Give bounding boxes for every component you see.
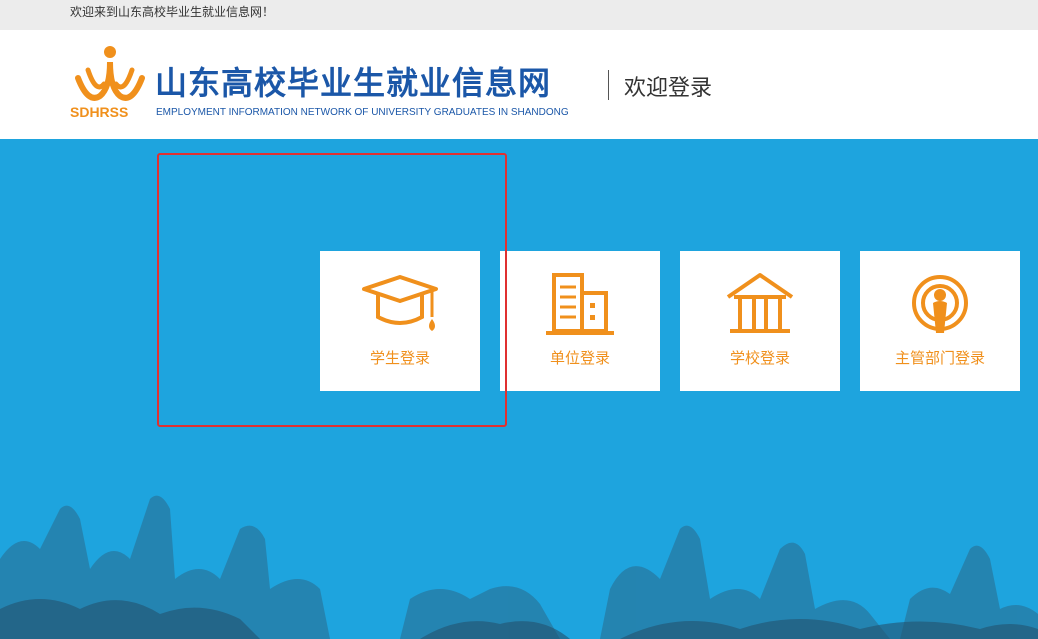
- building-icon: [546, 273, 614, 335]
- site-title: 山东高校毕业生就业信息网: [155, 64, 552, 102]
- school-login-label: 学校登录: [729, 349, 790, 367]
- company-login-label: 单位登录: [549, 349, 610, 367]
- header-divider: [608, 70, 609, 100]
- welcome-text: 欢迎来到山东高校毕业生就业信息网！: [70, 5, 275, 19]
- logo-text: SDHRSS: [70, 104, 129, 120]
- admin-login-label: 主管部门登录: [894, 349, 985, 367]
- site-header: SDHRSS 山东高校毕业生就业信息网 EMPLOYMENT INFORMATI…: [0, 30, 1038, 139]
- top-bar: 欢迎来到山东高校毕业生就业信息网！: [0, 0, 1038, 30]
- school-login-card[interactable]: 学校登录: [680, 251, 840, 391]
- graduation-cap-icon: [362, 275, 438, 331]
- site-subtitle: EMPLOYMENT INFORMATION NETWORK OF UNIVER…: [156, 107, 569, 118]
- admin-login-card[interactable]: 主管部门登录: [860, 251, 1020, 391]
- school-icon: [726, 273, 794, 333]
- graduates-crowd-background: [0, 495, 1038, 639]
- broadcast-person-icon: [912, 275, 968, 333]
- student-login-card[interactable]: 学生登录: [320, 251, 480, 391]
- company-login-card[interactable]: 单位登录: [500, 251, 660, 391]
- student-login-label: 学生登录: [369, 349, 430, 367]
- page-title: 欢迎登录: [624, 76, 713, 101]
